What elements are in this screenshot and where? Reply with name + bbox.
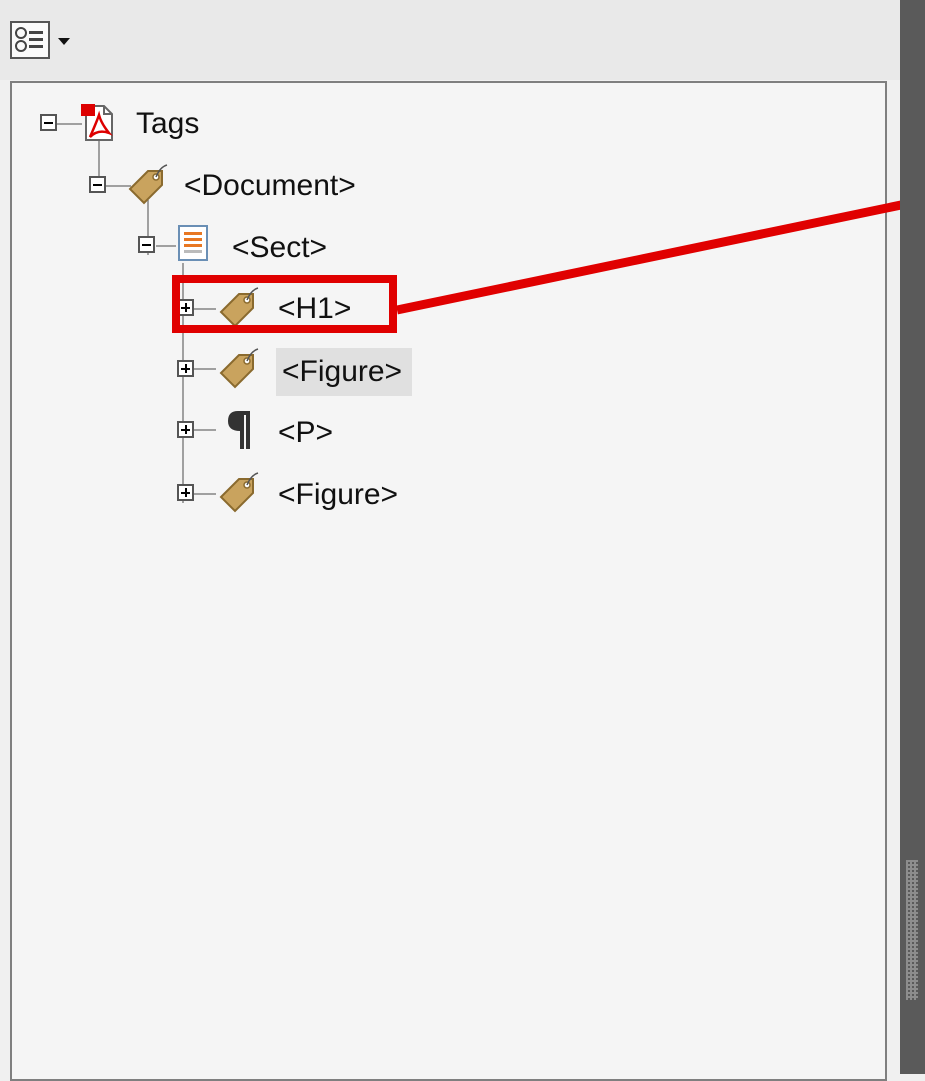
tree-node-figure-2[interactable]: <Figure> [278,476,398,514]
splitter-grip[interactable] [906,860,918,1000]
tree-node-tags[interactable]: Tags [136,105,199,143]
section-icon [176,223,212,261]
tag-icon [217,471,261,515]
expand-figure-toggle[interactable] [177,484,194,501]
list-options-icon [10,21,50,59]
tree-line [156,245,176,247]
tag-icon [126,163,170,207]
options-menu-button[interactable] [10,21,94,61]
tree-line [194,493,216,495]
tag-icon [217,347,261,391]
pdf-document-icon [80,103,116,141]
annotation-highlight-box [172,275,397,333]
triangle-down-icon [58,33,70,51]
tree-node-sect[interactable]: <Sect> [232,229,327,267]
expand-figure-toggle[interactable] [177,360,194,377]
tree-node-p[interactable]: <P> [278,414,333,452]
collapse-tags-toggle[interactable] [40,114,57,131]
collapse-sect-toggle[interactable] [138,236,155,253]
tree-line [194,368,216,370]
tags-tree-panel: Tags <Document> <Sect> <H1> <Figure> <P>… [10,81,887,1081]
paragraph-icon [224,409,260,449]
tree-line [194,429,216,431]
expand-p-toggle[interactable] [177,421,194,438]
tags-panel-toolbar [0,0,900,80]
collapse-document-toggle[interactable] [89,176,106,193]
tree-line [57,123,82,125]
tree-node-document[interactable]: <Document> [184,167,356,205]
tree-node-figure[interactable]: <Figure> [276,348,413,396]
